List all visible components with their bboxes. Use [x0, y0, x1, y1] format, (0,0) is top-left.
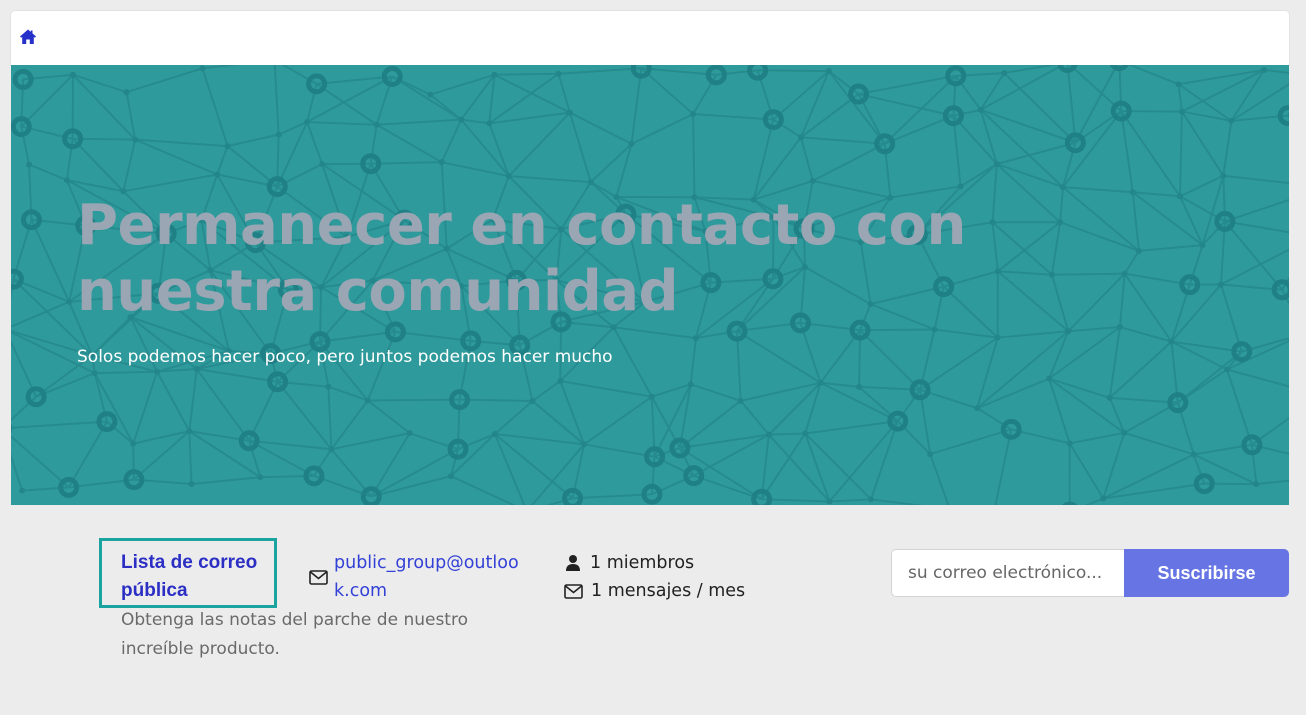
subscribe-button[interactable]: Suscribirse: [1124, 549, 1289, 597]
subscribe-email-input[interactable]: [891, 549, 1124, 597]
members-count: 1 miembros: [564, 549, 694, 577]
home-link[interactable]: [19, 28, 37, 46]
mailing-list-name[interactable]: Lista de correo pública: [121, 549, 281, 605]
members-count-label: 1 miembros: [590, 553, 695, 573]
messages-per-month: 1 mensajes / mes: [564, 577, 745, 605]
envelope-icon: [309, 570, 328, 585]
top-navbar: [11, 11, 1289, 65]
user-icon: [566, 555, 580, 571]
envelope-icon: [564, 583, 583, 599]
mailing-list-description: Obtenga las notas del parche de nuestro …: [121, 610, 468, 659]
messages-per-month-label: 1 mensajes / mes: [591, 581, 746, 601]
mailing-list-email-link[interactable]: public_group@outlook.com: [334, 549, 524, 605]
home-icon: [20, 29, 36, 44]
hero-banner: Permanecer en contacto con nuestra comun…: [11, 65, 1289, 505]
hero-subtitle: Solos podemos hacer poco, pero juntos po…: [77, 347, 613, 367]
hero-title: Permanecer en contacto con nuestra comun…: [77, 193, 966, 324]
